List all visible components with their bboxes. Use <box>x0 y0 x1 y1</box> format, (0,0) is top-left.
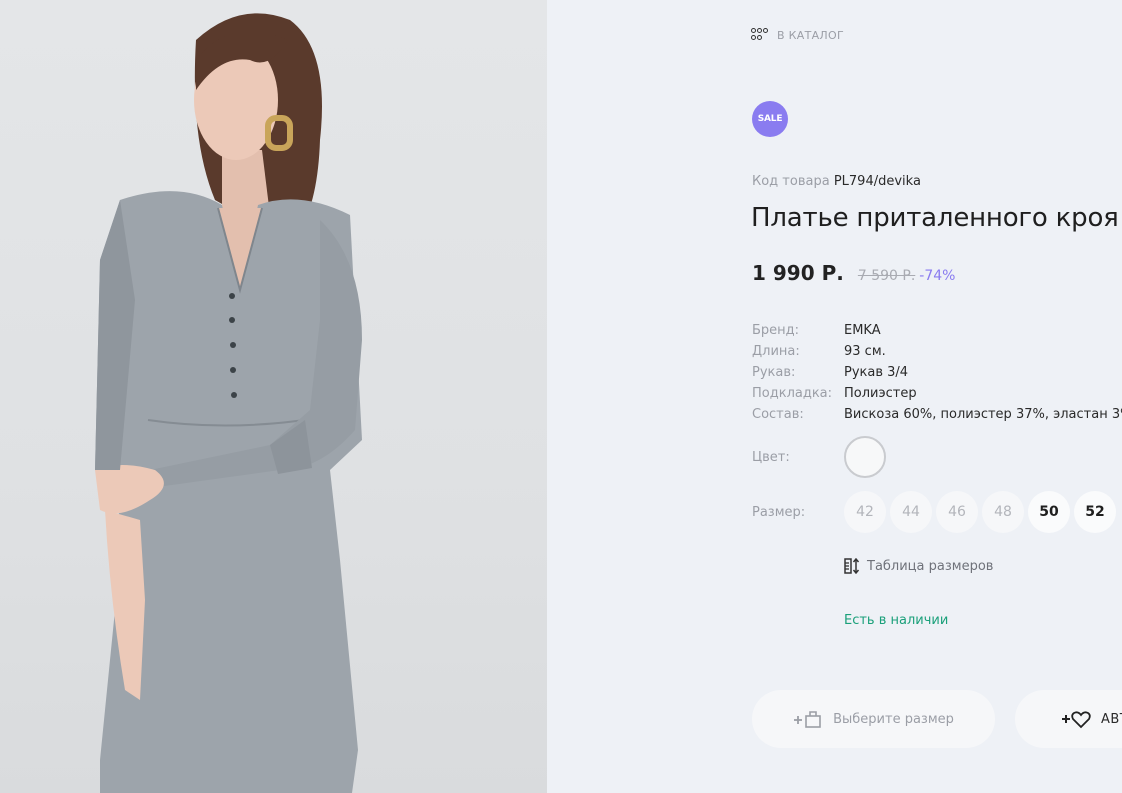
spec-row-lining: Подкладка: Полиэстер <box>752 383 1122 404</box>
spec-value: EMKA <box>844 323 881 338</box>
catalog-link-label: В КАТАЛОГ <box>777 28 844 42</box>
spec-value: Полиэстер <box>844 386 917 401</box>
size-option-48[interactable]: 48 <box>982 491 1024 533</box>
color-swatch[interactable] <box>844 436 886 478</box>
product-code: Код товара PL794/devika <box>752 174 921 189</box>
spec-row-sleeve: Рукав: Рукав 3/4 <box>752 362 1122 383</box>
select-size-label: Выберите размер <box>833 711 954 727</box>
add-favorite-heart-icon <box>1062 711 1091 729</box>
size-option-42[interactable]: 42 <box>844 491 886 533</box>
back-to-catalog-link[interactable]: В КАТАЛОГ <box>751 28 844 42</box>
product-photo[interactable] <box>0 0 547 793</box>
size-option-50[interactable]: 50 <box>1028 491 1070 533</box>
add-to-bag-icon <box>794 711 821 728</box>
stock-status: Есть в наличии <box>844 613 949 628</box>
product-code-label: Код товара <box>752 174 830 189</box>
size-table-link[interactable]: Таблица размеров <box>844 558 993 574</box>
dress-model-illustration <box>95 13 362 793</box>
sale-badge: SALE <box>752 101 788 137</box>
add-to-favorites-button[interactable]: АВТ <box>1015 690 1122 748</box>
size-table-label: Таблица размеров <box>867 558 994 574</box>
product-title: Платье приталенного кроя <box>751 203 1119 233</box>
spec-key: Бренд: <box>752 323 800 338</box>
size-row: Размер: 42 44 46 48 50 52 <box>752 491 1116 533</box>
size-chart-icon <box>844 558 860 574</box>
discount-percent: -74% <box>919 268 956 284</box>
grid-dots-icon <box>751 28 769 42</box>
spec-row-length: Длина: 93 см. <box>752 341 1122 362</box>
color-label: Цвет: <box>752 449 790 465</box>
size-option-44[interactable]: 44 <box>890 491 932 533</box>
product-code-value: PL794/devika <box>833 174 921 189</box>
price-row: 1 990 Р. 7 590 Р. -74% <box>752 261 955 285</box>
spec-value: Вискоза 60%, полиэстер 37%, эластан 3% <box>844 407 1122 422</box>
spec-list: Бренд: EMKA Длина: 93 см. Рукав: Рукав 3… <box>752 320 1122 425</box>
spec-key: Рукав: <box>752 365 796 380</box>
spec-value: 93 см. <box>844 344 886 359</box>
current-price: 1 990 Р. <box>752 261 844 285</box>
select-size-button[interactable]: Выберите размер <box>752 690 995 748</box>
old-price: 7 590 Р. <box>857 268 916 284</box>
size-options: 42 44 46 48 50 52 <box>844 491 1116 533</box>
color-row: Цвет: <box>752 436 886 478</box>
product-info-panel: В КАТАЛОГ SALE Код товара PL794/devika П… <box>547 0 1122 793</box>
spec-row-brand: Бренд: EMKA <box>752 320 1122 341</box>
spec-key: Состав: <box>752 407 804 422</box>
spec-key: Длина: <box>752 344 800 359</box>
size-option-52[interactable]: 52 <box>1074 491 1116 533</box>
size-option-46[interactable]: 46 <box>936 491 978 533</box>
spec-value: Рукав 3/4 <box>844 365 909 380</box>
spec-key: Подкладка: <box>752 386 833 401</box>
favorites-label: АВТ <box>1101 711 1122 727</box>
spec-row-composition: Состав: Вискоза 60%, полиэстер 37%, элас… <box>752 404 1122 425</box>
size-label: Размер: <box>752 504 806 520</box>
